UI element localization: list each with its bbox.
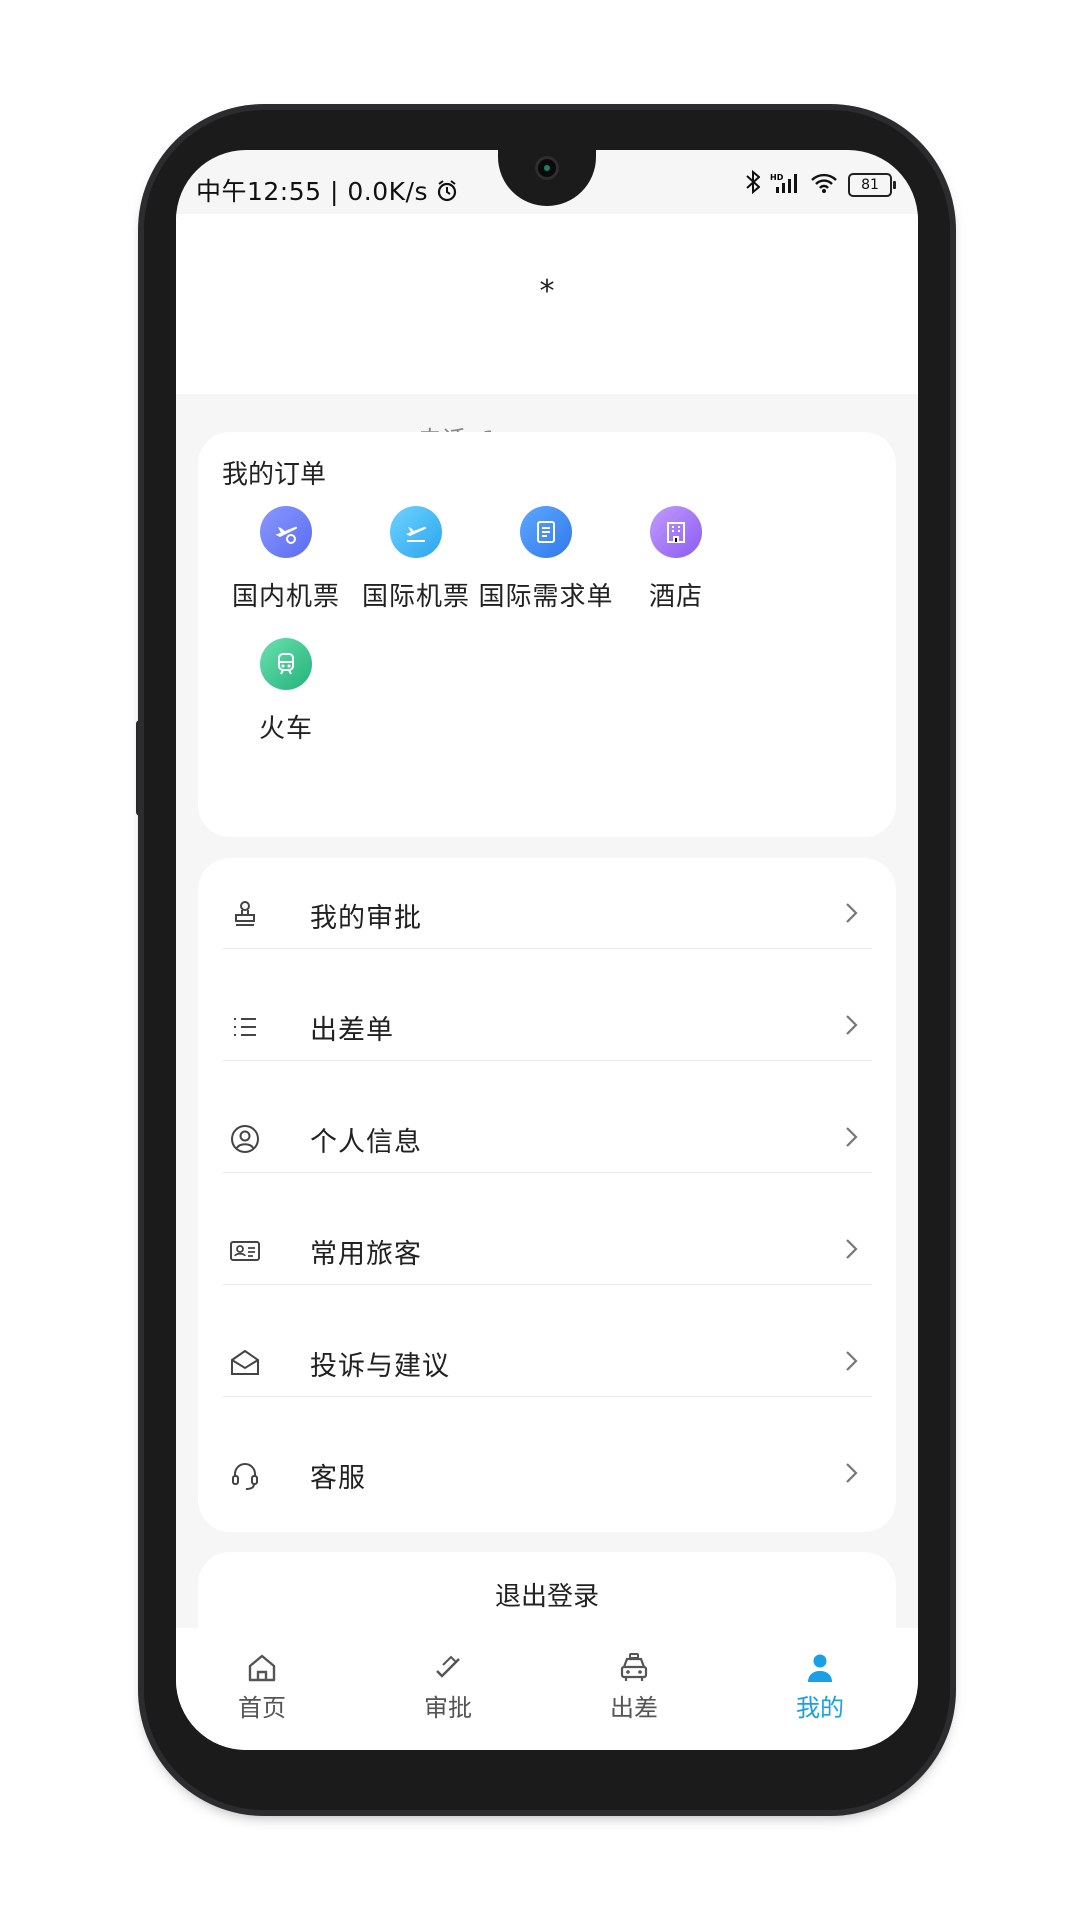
battery-icon: 81: [848, 173, 896, 197]
profile-header: * 电话: 1‹: [176, 214, 918, 540]
divider: [222, 1284, 872, 1285]
logout-label: 退出登录: [494, 1582, 599, 1612]
tab-home[interactable]: 首页: [202, 1650, 322, 1723]
train-icon: [260, 638, 312, 690]
status-bar: 中午12:55 | 0.0K/s HD 81: [196, 168, 896, 208]
profile-name: *: [539, 274, 555, 309]
menu-item-frequent-travelers[interactable]: 常用旅客: [222, 1194, 872, 1306]
my-orders-card: 我的订单 国内机票 国际机票 国际需求单 酒店 火车: [198, 432, 896, 837]
menu-item-my-approval[interactable]: 我的审批: [222, 858, 872, 970]
status-time: 中午12:55 | 0.0K/s: [196, 172, 458, 208]
tab-label: 出差: [610, 1694, 658, 1722]
envelope-icon: [228, 1346, 262, 1380]
menu-item-personal-info[interactable]: 个人信息: [222, 1082, 872, 1194]
chevron-right-icon: [836, 1122, 866, 1152]
menu-label: 我的审批: [310, 903, 422, 934]
home-icon: [202, 1650, 322, 1686]
menu-label: 常用旅客: [310, 1239, 422, 1270]
svg-text:HD: HD: [770, 173, 784, 182]
my-orders-title: 我的订单: [222, 460, 327, 490]
stamp-icon: [228, 898, 262, 932]
requirement-form-icon: [520, 506, 572, 558]
id-card-icon: [228, 1234, 262, 1268]
chevron-right-icon: [836, 1458, 866, 1488]
signal-icon: HD: [770, 171, 800, 200]
menu-item-customer-service[interactable]: 客服: [222, 1418, 872, 1530]
alarm-icon: [436, 179, 458, 208]
person-icon: [760, 1650, 880, 1686]
headset-icon: [228, 1458, 262, 1492]
approve-icon: [388, 1650, 508, 1686]
chevron-right-icon: [836, 1234, 866, 1264]
international-flight-icon: [390, 506, 442, 558]
menu-label: 出差单: [310, 1015, 394, 1046]
order-train[interactable]: 火车: [206, 638, 366, 745]
divider: [222, 1172, 872, 1173]
taxi-icon: [574, 1650, 694, 1686]
volume-button: [136, 720, 144, 816]
tab-label: 我的: [796, 1694, 844, 1722]
order-label: 火车: [258, 714, 313, 744]
tab-travel[interactable]: 出差: [574, 1650, 694, 1723]
chevron-right-icon: [836, 1346, 866, 1376]
settings-menu-card: 我的审批 出差单 个人信息 常用旅客 投诉与建议 客服: [198, 858, 896, 1532]
menu-item-feedback[interactable]: 投诉与建议: [222, 1306, 872, 1418]
tab-approve[interactable]: 审批: [388, 1650, 508, 1723]
tab-label: 首页: [238, 1694, 286, 1722]
divider: [222, 948, 872, 949]
list-icon: [228, 1010, 262, 1044]
chevron-right-icon: [836, 1010, 866, 1040]
domestic-flight-icon: [260, 506, 312, 558]
divider: [222, 1396, 872, 1397]
tab-label: 审批: [424, 1694, 472, 1722]
wifi-icon: [810, 171, 838, 200]
menu-label: 客服: [310, 1463, 366, 1494]
tab-mine[interactable]: 我的: [760, 1650, 880, 1723]
menu-label: 个人信息: [310, 1127, 422, 1158]
hotel-icon: [650, 506, 702, 558]
order-hotel[interactable]: 酒店: [596, 506, 756, 613]
app-screen: * 电话: 1‹ 中午12:55 | 0.0K/s HD 81 我的订单: [176, 150, 918, 1750]
divider: [222, 1060, 872, 1061]
bottom-tab-bar: 首页 审批 出差 我的: [176, 1628, 918, 1750]
bluetooth-icon: [746, 169, 761, 200]
user-circle-icon: [228, 1122, 262, 1156]
menu-item-trip-order[interactable]: 出差单: [222, 970, 872, 1082]
menu-label: 投诉与建议: [310, 1351, 450, 1382]
chevron-right-icon: [836, 898, 866, 928]
order-label: 酒店: [648, 582, 703, 612]
